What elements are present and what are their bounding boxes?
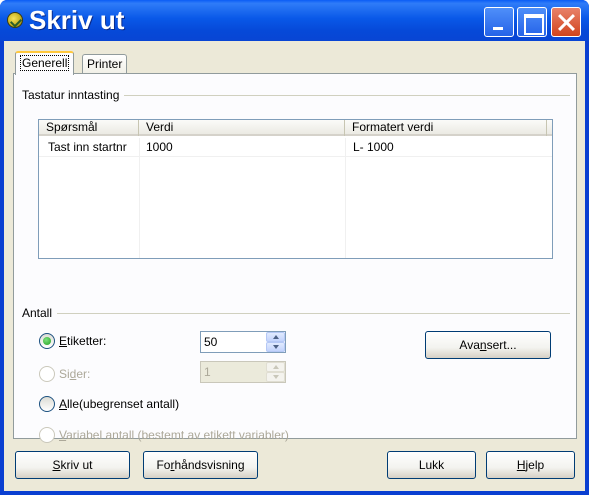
spin-up-button[interactable]	[266, 362, 285, 372]
general-tab-panel: Tastatur inntasting Spørsmål Verdi Forma…	[13, 73, 577, 443]
chevron-up-icon	[273, 335, 279, 339]
all-radio[interactable]	[39, 396, 55, 412]
label-text: håndsvisning	[174, 458, 245, 472]
label-text: sert...	[486, 338, 517, 352]
spin-down-button[interactable]	[266, 342, 285, 352]
cell-value: 1000	[146, 140, 173, 154]
label-text: kriv ut	[60, 458, 93, 472]
dialog-client-area: Generell Printer Tastatur inntasting Spø…	[4, 41, 585, 491]
labels-count-value: 50	[204, 335, 218, 349]
column-header-formatted-value[interactable]: Formatert verdi	[345, 120, 547, 136]
spin-up-button[interactable]	[266, 332, 285, 342]
label-text: lle(ubegrenset antall)	[67, 397, 180, 411]
window-title: Skriv ut	[29, 5, 125, 35]
title-bar[interactable]: Skriv ut	[0, 0, 589, 41]
help-button[interactable]: Hjelp	[486, 451, 575, 479]
variable-radio[interactable]	[39, 427, 55, 443]
variable-radio-label[interactable]: Variabel antall (bestemt av etikett vari…	[59, 427, 289, 443]
pages-radio[interactable]	[39, 366, 55, 382]
minimize-button[interactable]	[484, 7, 514, 37]
close-window-button[interactable]	[551, 7, 581, 37]
labels-count-spinner[interactable]: 50	[200, 331, 286, 353]
column-header-value[interactable]: Verdi	[139, 120, 345, 136]
chevron-down-icon	[273, 345, 279, 349]
tab-generell[interactable]: Generell	[15, 51, 75, 75]
pages-radio-label[interactable]: Sider:	[59, 366, 90, 382]
app-icon	[7, 12, 23, 28]
print-button[interactable]: Skriv ut	[15, 451, 130, 479]
labels-radio-label[interactable]: Etiketter:	[59, 333, 106, 349]
maximize-button[interactable]	[517, 7, 547, 37]
pages-count-value: 1	[204, 365, 211, 379]
label-text: Lukk	[418, 458, 445, 472]
label-text: ariabel antall (bestemt av etikett varia…	[66, 428, 289, 442]
tab-printer-label: Printer	[87, 57, 123, 71]
close-button[interactable]: Lukk	[387, 451, 476, 479]
chevron-up-icon	[273, 365, 279, 369]
mnemonic: A	[59, 397, 68, 411]
label-text: jelp	[525, 458, 545, 472]
label-text: Fo	[156, 458, 171, 472]
chevron-down-icon	[273, 375, 279, 379]
quantity-group-divider	[22, 313, 570, 314]
pages-count-spinner[interactable]: 1	[200, 361, 286, 383]
keyboard-input-group-label: Tastatur inntasting	[22, 88, 125, 102]
preview-button[interactable]: Forhåndsvisning	[143, 451, 258, 479]
print-dialog-window: Skriv ut Generell Printer Tastatur innta…	[0, 0, 589, 495]
label-text: Si	[59, 367, 70, 381]
cell-question: Tast inn startnr	[48, 140, 127, 154]
labels-radio[interactable]	[39, 333, 55, 349]
column-header-question[interactable]: Spørsmål	[39, 120, 139, 136]
mnemonic: S	[52, 458, 61, 472]
all-radio-label[interactable]: Alle(ubegrenset antall)	[59, 396, 179, 412]
mnemonic: n	[479, 338, 487, 352]
spin-down-button[interactable]	[266, 372, 285, 382]
list-header: Spørsmål Verdi Formatert verdi	[39, 120, 552, 136]
mnemonic: E	[59, 334, 68, 348]
label-text: tiketter:	[67, 334, 107, 348]
label-text: Ava	[459, 338, 480, 352]
list-row[interactable]: Tast inn startnr 1000 L- 1000	[39, 138, 552, 157]
label-text: er:	[76, 367, 91, 381]
cell-formatted-value: L- 1000	[353, 140, 394, 154]
keyboard-input-list[interactable]: Spørsmål Verdi Formatert verdi Tast inn …	[38, 119, 553, 259]
advanced-button[interactable]: Avansert...	[425, 331, 551, 359]
tab-generell-label: Generell	[20, 55, 70, 71]
quantity-group-label: Antall	[22, 306, 58, 320]
tab-printer[interactable]: Printer	[82, 54, 128, 74]
